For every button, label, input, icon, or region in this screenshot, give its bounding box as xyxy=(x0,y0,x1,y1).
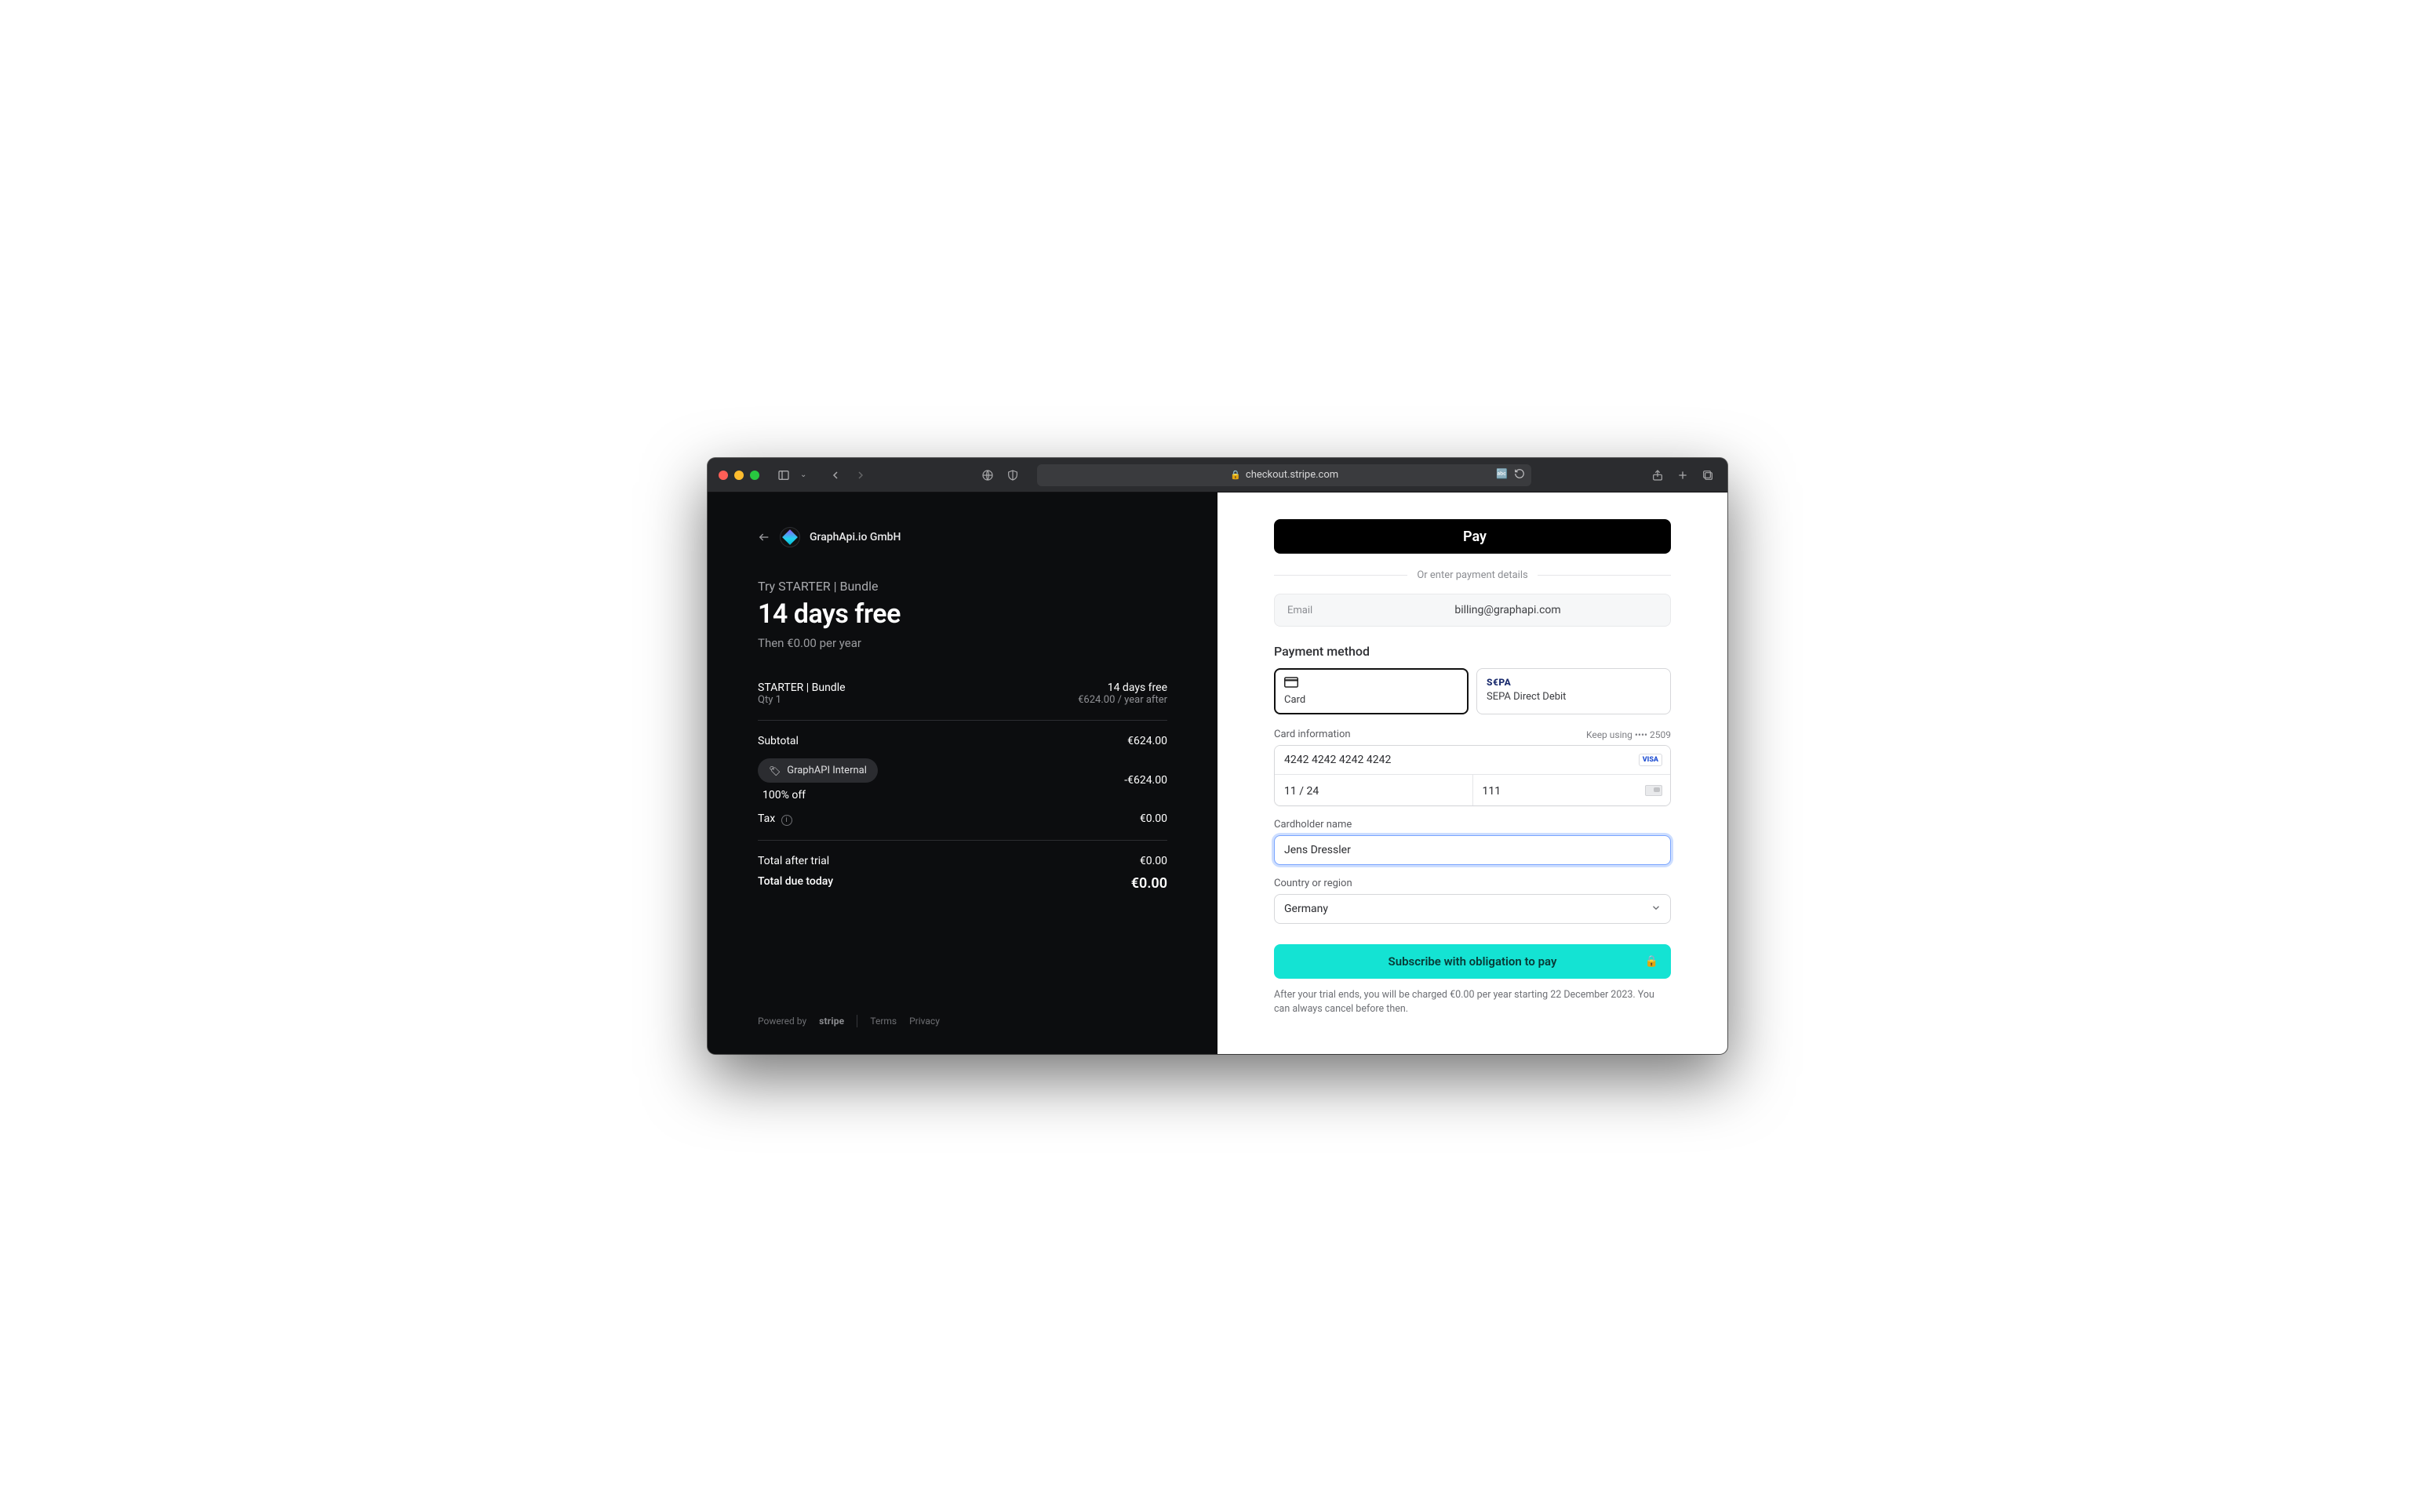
privacy-link[interactable]: Privacy xyxy=(909,1016,940,1027)
tax-label: Tax xyxy=(758,812,775,825)
promo-label: GraphAPI Internal xyxy=(787,765,867,776)
trial-disclaimer: After your trial ends, you will be charg… xyxy=(1274,988,1671,1016)
total-after-trial-row: Total after trial €0.00 xyxy=(758,855,1167,867)
payment-method-sepa[interactable]: S€PA SEPA Direct Debit xyxy=(1476,668,1671,714)
card-input-group: VISA xyxy=(1274,745,1671,806)
card-number-input[interactable] xyxy=(1284,754,1661,766)
privacy-shield-icon[interactable] xyxy=(1004,467,1021,484)
reload-icon[interactable] xyxy=(1514,468,1525,482)
then-price-line: Then €0.00 per year xyxy=(758,636,1167,650)
cardholder-label: Cardholder name xyxy=(1274,819,1671,831)
promo-chip[interactable]: 🏷 GraphAPI Internal xyxy=(758,758,878,783)
url-host: checkout.stripe.com xyxy=(1246,469,1338,481)
nav-back-button[interactable] xyxy=(827,467,844,484)
subscribe-label: Subscribe with obligation to pay xyxy=(1389,954,1557,969)
window-controls xyxy=(719,471,759,480)
line-item: STARTER | Bundle Qty 1 14 days free €624… xyxy=(758,681,1167,706)
back-arrow-icon[interactable] xyxy=(758,531,770,543)
sepa-logo-icon: S€PA xyxy=(1487,677,1661,688)
line-item-qty: Qty 1 xyxy=(758,694,846,706)
email-label: Email xyxy=(1287,605,1358,616)
window-close-button[interactable] xyxy=(719,471,728,480)
browser-titlebar: ⌄ 🔒 checkout.stripe.com 🔤 xyxy=(708,458,1727,492)
cvc-hint-icon xyxy=(1645,785,1662,796)
total-due-value: €0.00 xyxy=(1131,875,1167,892)
window-minimize-button[interactable] xyxy=(734,471,744,480)
order-summary-panel: GraphApi.io GmbH Try STARTER | Bundle 14… xyxy=(708,492,1218,1054)
card-icon xyxy=(1284,677,1458,691)
total-due-label: Total due today xyxy=(758,875,833,888)
total-after-trial-label: Total after trial xyxy=(758,855,829,867)
tax-value: €0.00 xyxy=(1140,812,1167,825)
powered-by-label: Powered by xyxy=(758,1016,806,1027)
country-select[interactable]: Germany xyxy=(1274,894,1671,924)
line-item-name: STARTER | Bundle xyxy=(758,681,846,694)
summary-footer: Powered by stripe Terms Privacy xyxy=(758,991,1167,1027)
country-label: Country or region xyxy=(1274,878,1671,889)
sidebar-toggle-icon[interactable] xyxy=(775,467,792,484)
trial-headline: 14 days free xyxy=(758,598,1167,630)
apple-pay-label: Pay xyxy=(1463,529,1487,545)
cardholder-name-input[interactable] xyxy=(1274,835,1671,865)
total-after-trial-value: €0.00 xyxy=(1140,855,1167,867)
card-expiry-input[interactable] xyxy=(1284,785,1463,798)
translate-icon[interactable]: 🔤 xyxy=(1496,468,1508,482)
total-due-row: Total due today €0.00 xyxy=(758,875,1167,892)
address-bar[interactable]: 🔒 checkout.stripe.com 🔤 xyxy=(1037,464,1531,486)
website-settings-icon[interactable] xyxy=(979,467,996,484)
merchant-logo xyxy=(780,527,800,547)
terms-link[interactable]: Terms xyxy=(870,1016,897,1027)
product-try-line: Try STARTER | Bundle xyxy=(758,579,1167,594)
nav-forward-button[interactable] xyxy=(852,467,869,484)
new-tab-icon[interactable] xyxy=(1674,467,1691,484)
merchant-name: GraphApi.io GmbH xyxy=(810,531,901,543)
window-zoom-button[interactable] xyxy=(750,471,759,480)
share-icon[interactable] xyxy=(1649,467,1666,484)
payment-form-panel: Pay Or enter payment details Email billi… xyxy=(1218,492,1727,1054)
keep-using-link[interactable]: Keep using •••• 2509 xyxy=(1586,729,1671,740)
subtotal-value: €624.00 xyxy=(1127,735,1167,747)
payment-method-title: Payment method xyxy=(1274,644,1671,659)
tax-row: Tax i €0.00 xyxy=(758,812,1167,826)
promo-pct-off: 100% off xyxy=(763,789,878,801)
card-cvc-input[interactable] xyxy=(1483,785,1662,798)
promo-discount: -€624.00 xyxy=(1124,774,1167,787)
browser-window: ⌄ 🔒 checkout.stripe.com 🔤 xyxy=(708,458,1727,1054)
payment-method-sepa-label: SEPA Direct Debit xyxy=(1487,691,1661,703)
subscribe-button[interactable]: Subscribe with obligation to pay 🔒 xyxy=(1274,944,1671,979)
stripe-logo[interactable]: stripe xyxy=(819,1016,844,1027)
payment-method-card[interactable]: Card xyxy=(1274,668,1469,714)
payment-method-card-label: Card xyxy=(1284,694,1458,706)
visa-badge-icon: VISA xyxy=(1639,754,1662,766)
email-readonly: Email billing@graphapi.com xyxy=(1274,594,1671,627)
subtotal-label: Subtotal xyxy=(758,735,799,747)
apple-pay-button[interactable]: Pay xyxy=(1274,519,1671,554)
sidebar-menu-chevron-icon[interactable]: ⌄ xyxy=(800,471,806,479)
line-item-after: €624.00 / year after xyxy=(1078,694,1167,706)
subtotal-row: Subtotal €624.00 xyxy=(758,735,1167,747)
card-info-label: Card information xyxy=(1274,729,1351,740)
tag-icon: 🏷 xyxy=(769,765,781,776)
or-text: Or enter payment details xyxy=(1417,569,1527,581)
email-value: billing@graphapi.com xyxy=(1358,604,1658,616)
lock-icon: 🔒 xyxy=(1645,955,1658,968)
tab-overview-icon[interactable] xyxy=(1699,467,1716,484)
lock-icon: 🔒 xyxy=(1230,470,1241,480)
tax-info-icon[interactable]: i xyxy=(781,815,792,826)
divider-or: Or enter payment details xyxy=(1274,569,1671,581)
line-item-trial: 14 days free xyxy=(1078,681,1167,694)
